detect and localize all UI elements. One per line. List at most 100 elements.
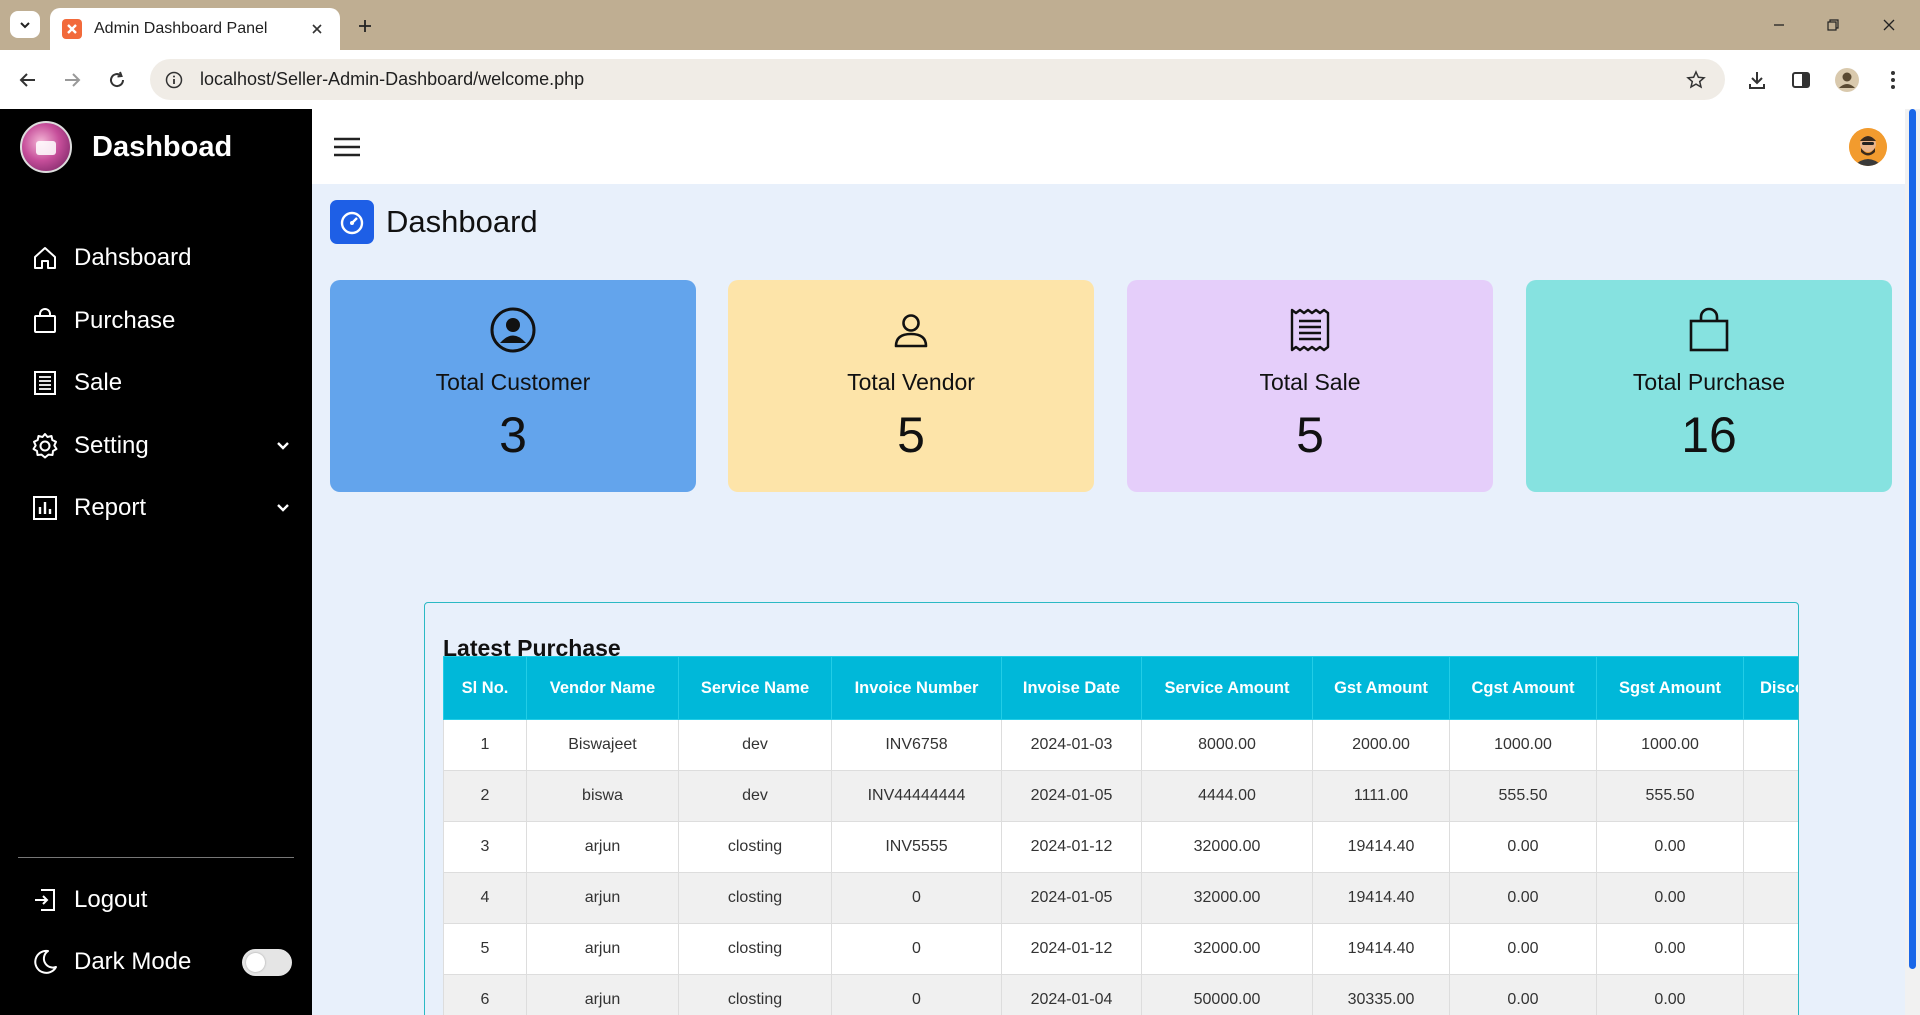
sidebar-item-purchase[interactable]: Purchase: [0, 290, 312, 353]
column-header[interactable]: Cgst Amount: [1449, 656, 1597, 720]
browser-tab-active[interactable]: Admin Dashboard Panel: [50, 8, 340, 50]
sidebar-item-label: Report: [74, 494, 147, 522]
table-cell: 555.50: [1596, 770, 1744, 822]
stat-card-total-sale[interactable]: Total Sale 5: [1127, 280, 1493, 492]
sidebar: Dashboad Dahsboard Purchase Sale Setting: [0, 109, 312, 1015]
table-cell: 32000.00: [1141, 872, 1313, 924]
table-cell: [1743, 872, 1798, 924]
column-header[interactable]: Sgst Amount: [1596, 656, 1744, 720]
url-text[interactable]: localhost/Seller-Admin-Dashboard/welcome…: [200, 69, 1683, 90]
tab-search-button[interactable]: [10, 11, 40, 38]
table-cell: 19414.40: [1312, 872, 1450, 924]
reload-button[interactable]: [103, 66, 131, 94]
user-avatar[interactable]: [1849, 128, 1887, 166]
column-header[interactable]: Gst Amount: [1312, 656, 1450, 720]
address-bar[interactable]: localhost/Seller-Admin-Dashboard/welcome…: [150, 59, 1725, 100]
table-cell: closting: [678, 872, 832, 924]
table-cell: 0.00: [1596, 923, 1744, 975]
latest-purchase-table-container[interactable]: Sl No. Vendor Name Service Name Invoice …: [443, 656, 1798, 1015]
table-cell: 1111.00: [1312, 770, 1450, 822]
forward-button[interactable]: [58, 66, 86, 94]
table-cell: biswa: [526, 770, 679, 822]
table-row[interactable]: 4 arjun closting 0 2024-01-05 32000.00 1…: [443, 872, 1798, 924]
hamburger-menu-icon[interactable]: [332, 135, 362, 159]
table-cell: 2000.00: [1312, 719, 1450, 771]
restore-icon: [1827, 19, 1839, 31]
stat-card-total-purchase[interactable]: Total Purchase 16: [1526, 280, 1892, 492]
scrollbar-thumb[interactable]: [1909, 109, 1916, 969]
table-cell: closting: [678, 923, 832, 975]
site-info-icon[interactable]: [162, 68, 186, 92]
table-header-row: Sl No. Vendor Name Service Name Invoice …: [443, 656, 1798, 720]
table-row[interactable]: 6 arjun closting 0 2024-01-04 50000.00 3…: [443, 974, 1798, 1015]
minimize-button[interactable]: [1766, 12, 1792, 38]
stat-card-total-customer[interactable]: Total Customer 3: [330, 280, 696, 492]
sidebar-item-dashboard[interactable]: Dahsboard: [0, 227, 312, 290]
table-cell: INV6758: [831, 719, 1002, 771]
table-cell: dev: [678, 770, 832, 822]
sidebar-item-label: Sale: [74, 369, 123, 397]
table-cell: 4444.00: [1141, 770, 1313, 822]
table-cell: closting: [678, 974, 832, 1015]
stat-card-total-vendor[interactable]: Total Vendor 5: [728, 280, 1094, 492]
bookmark-star-icon[interactable]: [1683, 67, 1709, 93]
browser-tabstrip: Admin Dashboard Panel: [0, 0, 1920, 50]
table-cell: 0: [831, 923, 1002, 975]
table-cell: 2024-01-04: [1001, 974, 1142, 1015]
table-cell: 2024-01-05: [1001, 770, 1142, 822]
column-header[interactable]: Service Name: [678, 656, 832, 720]
column-header[interactable]: Vendor Name: [526, 656, 679, 720]
latest-purchase-table: Sl No. Vendor Name Service Name Invoice …: [443, 656, 1798, 1015]
table-row[interactable]: 3 arjun closting INV5555 2024-01-12 3200…: [443, 821, 1798, 873]
column-header[interactable]: Service Amount: [1141, 656, 1313, 720]
stat-card-value: 5: [897, 407, 925, 463]
column-header[interactable]: Sl No.: [443, 656, 527, 720]
close-window-button[interactable]: [1876, 12, 1902, 38]
download-icon[interactable]: [1742, 65, 1772, 95]
page-scrollbar[interactable]: [1905, 109, 1920, 1015]
stat-cards: Total Customer 3 Total Vendor 5 Total Sa…: [330, 280, 1892, 492]
browser-toolbar: localhost/Seller-Admin-Dashboard/welcome…: [0, 50, 1920, 109]
sidebar-item-label: Dahsboard: [74, 244, 192, 272]
sidebar-item-report[interactable]: Report: [0, 477, 312, 540]
new-tab-button[interactable]: [352, 13, 378, 39]
sidebar-item-setting[interactable]: Setting: [0, 415, 312, 478]
back-button[interactable]: [14, 66, 42, 94]
stat-card-value: 3: [499, 407, 527, 463]
table-cell: arjun: [526, 821, 679, 873]
table-cell: 0.00: [1596, 974, 1744, 1015]
side-panel-icon[interactable]: [1786, 65, 1816, 95]
main-content: Dashboard Total Customer 3 Total Vendor …: [312, 109, 1905, 1015]
table-cell: 1000.00: [1596, 719, 1744, 771]
arrow-left-icon: [19, 73, 35, 87]
stat-card-value: 16: [1681, 407, 1737, 463]
brand[interactable]: Dashboad: [20, 121, 232, 173]
column-header[interactable]: Discount: [1743, 656, 1798, 720]
table-row[interactable]: 1 Biswajeet dev INV6758 2024-01-03 8000.…: [443, 719, 1798, 771]
table-row[interactable]: 5 arjun closting 0 2024-01-12 32000.00 1…: [443, 923, 1798, 975]
column-header[interactable]: Invoice Number: [831, 656, 1002, 720]
sidebar-menu: Dahsboard Purchase Sale Setting Report: [0, 227, 312, 540]
table-cell: arjun: [526, 974, 679, 1015]
latest-purchase-panel: Latest Purchase Sl No. Vendor Name Servi…: [424, 602, 1799, 1015]
profile-icon[interactable]: [1832, 65, 1862, 95]
table-cell: 50000.00: [1141, 974, 1313, 1015]
table-cell: 0.00: [1596, 872, 1744, 924]
table-row[interactable]: 2 biswa dev INV44444444 2024-01-05 4444.…: [443, 770, 1798, 822]
restore-button[interactable]: [1820, 12, 1846, 38]
close-tab-icon[interactable]: [306, 18, 328, 40]
column-header[interactable]: Invoise Date: [1001, 656, 1142, 720]
close-icon: [1883, 19, 1895, 31]
chevron-down-icon[interactable]: [274, 437, 292, 455]
logout-button[interactable]: Logout: [30, 885, 292, 915]
person-icon: [886, 305, 936, 355]
reload-icon: [110, 71, 125, 88]
table-cell: 555.50: [1449, 770, 1597, 822]
user-circle-icon: [488, 305, 538, 355]
table-cell: 0.00: [1449, 923, 1597, 975]
dark-mode-toggle[interactable]: [242, 948, 292, 976]
chevron-down-icon[interactable]: [274, 499, 292, 517]
browser-menu-icon[interactable]: [1878, 65, 1908, 95]
sidebar-item-sale[interactable]: Sale: [0, 352, 312, 415]
stat-card-label: Total Sale: [1259, 369, 1361, 395]
